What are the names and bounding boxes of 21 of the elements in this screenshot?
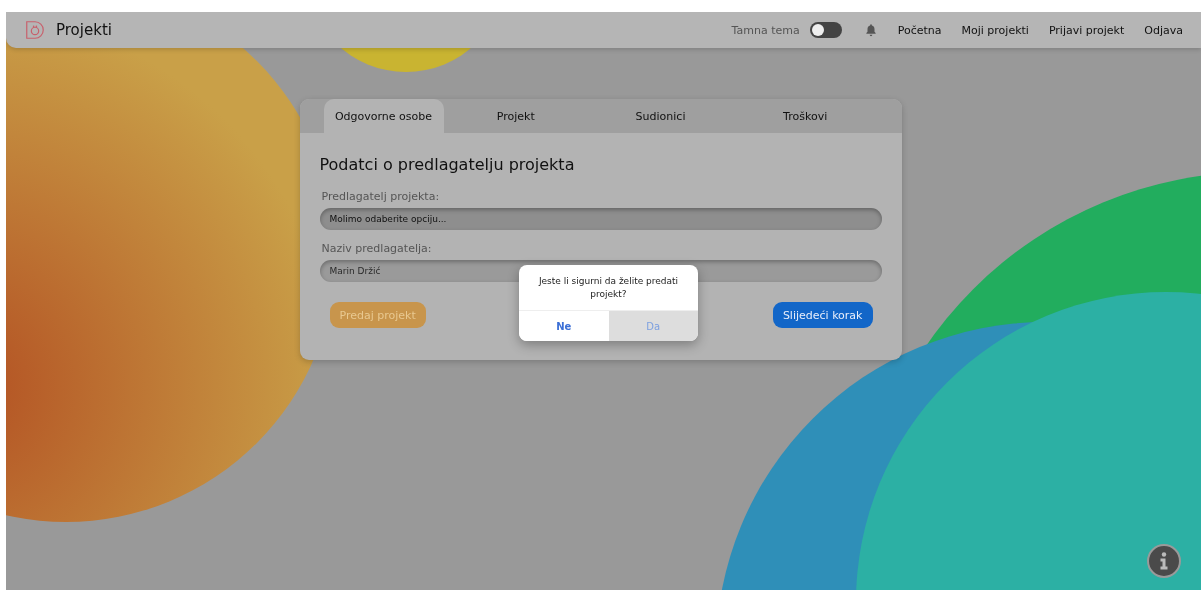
- dialog-button[interactable]: Ne: [519, 311, 609, 341]
- form-heading: Podatci o predlagatelju projekta: [319, 155, 576, 174]
- logo-icon: [24, 19, 46, 41]
- nav-link[interactable]: Moji projekti: [961, 23, 1029, 37]
- field-label: Naziv predlagatelja:: [321, 242, 433, 255]
- nav-link[interactable]: Prijavi projekt: [1048, 23, 1125, 37]
- theme-toggle-label: Tamna tema: [731, 23, 800, 37]
- field-label: Predlagatelj projekta:: [321, 190, 441, 203]
- theme-toggle[interactable]: [809, 22, 842, 38]
- next-button[interactable]: Slijedeći korak: [772, 302, 873, 328]
- dialog-message: Jeste li sigurni da želite predati projekt?: [537, 275, 680, 301]
- tab[interactable]: Troškovi: [732, 99, 878, 133]
- nav-link[interactable]: Početna: [897, 23, 942, 37]
- info-icon[interactable]: [1147, 544, 1181, 578]
- tab[interactable]: Odgovorne osobe: [323, 99, 444, 133]
- nav-link[interactable]: Odjava: [1144, 23, 1183, 37]
- app-title: Projekti: [56, 21, 112, 39]
- bell-icon[interactable]: [863, 23, 878, 37]
- tab[interactable]: Projekt: [443, 99, 589, 133]
- tab[interactable]: Sudionici: [588, 99, 733, 133]
- input-field[interactable]: Molimo odaberite opciju...: [319, 208, 882, 230]
